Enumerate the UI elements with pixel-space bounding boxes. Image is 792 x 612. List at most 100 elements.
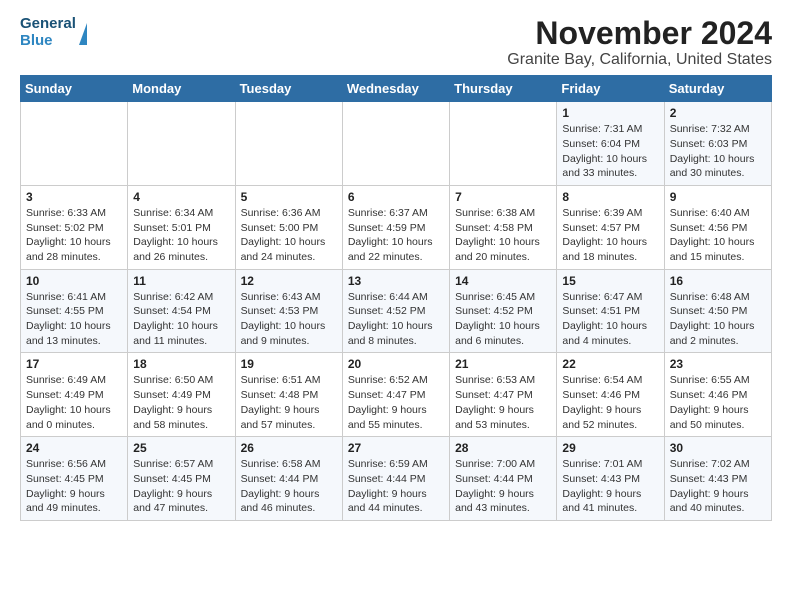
calendar-cell: 25 Sunrise: 6:57 AM Sunset: 4:45 PM Dayli…: [128, 437, 235, 521]
calendar-cell: 20 Sunrise: 6:52 AM Sunset: 4:47 PM Dayli…: [342, 353, 449, 437]
day-info: Sunrise: 7:31 AM Sunset: 6:04 PM Dayligh…: [562, 122, 658, 181]
calendar-cell: 12 Sunrise: 6:43 AM Sunset: 4:53 PM Dayli…: [235, 269, 342, 353]
calendar-cell: 28Sunrise: 7:00 AM Sunset: 4:44 PM Dayli…: [450, 437, 557, 521]
day-info: Sunrise: 6:47 AM Sunset: 4:51 PM Dayligh…: [562, 290, 658, 349]
col-header-saturday: Saturday: [664, 76, 771, 102]
calendar-cell: 17 Sunrise: 6:49 AM Sunset: 4:49 PM Dayli…: [21, 353, 128, 437]
calendar-cell: 23Sunrise: 6:55 AM Sunset: 4:46 PM Dayli…: [664, 353, 771, 437]
week-row-2: 3 Sunrise: 6:33 AM Sunset: 5:02 PM Daylig…: [21, 185, 772, 269]
day-number: 3: [26, 190, 122, 204]
col-header-tuesday: Tuesday: [235, 76, 342, 102]
day-info: Sunrise: 6:37 AM Sunset: 4:59 PM Dayligh…: [348, 206, 444, 265]
day-number: 17: [26, 357, 122, 371]
calendar-cell: 7 Sunrise: 6:38 AM Sunset: 4:58 PM Daylig…: [450, 185, 557, 269]
calendar-cell: 22 Sunrise: 6:54 AM Sunset: 4:46 PM Dayli…: [557, 353, 664, 437]
day-info: Sunrise: 6:42 AM Sunset: 4:54 PM Dayligh…: [133, 290, 229, 349]
day-number: 12: [241, 274, 337, 288]
day-info: Sunrise: 7:01 AM Sunset: 4:43 PM Dayligh…: [562, 457, 658, 516]
day-number: 23: [670, 357, 766, 371]
calendar-cell: 8Sunrise: 6:39 AM Sunset: 4:57 PM Daylig…: [557, 185, 664, 269]
calendar-cell: 27 Sunrise: 6:59 AM Sunset: 4:44 PM Dayli…: [342, 437, 449, 521]
day-info: Sunrise: 6:56 AM Sunset: 4:45 PM Dayligh…: [26, 457, 122, 516]
day-info: Sunrise: 6:36 AM Sunset: 5:00 PM Dayligh…: [241, 206, 337, 265]
day-number: 1: [562, 106, 658, 120]
calendar-cell: [128, 102, 235, 186]
title-area: November 2024 Granite Bay, California, U…: [507, 16, 772, 69]
day-info: Sunrise: 6:59 AM Sunset: 4:44 PM Dayligh…: [348, 457, 444, 516]
col-header-monday: Monday: [128, 76, 235, 102]
day-number: 8: [562, 190, 658, 204]
calendar-title: November 2024: [507, 16, 772, 51]
day-number: 29: [562, 441, 658, 455]
day-number: 15: [562, 274, 658, 288]
day-number: 16: [670, 274, 766, 288]
day-number: 10: [26, 274, 122, 288]
day-info: Sunrise: 6:40 AM Sunset: 4:56 PM Dayligh…: [670, 206, 766, 265]
calendar-cell: [342, 102, 449, 186]
page: General Blue November 2024 Granite Bay, …: [0, 0, 792, 537]
day-info: Sunrise: 6:58 AM Sunset: 4:44 PM Dayligh…: [241, 457, 337, 516]
day-info: Sunrise: 6:33 AM Sunset: 5:02 PM Dayligh…: [26, 206, 122, 265]
week-row-3: 10Sunrise: 6:41 AM Sunset: 4:55 PM Dayli…: [21, 269, 772, 353]
calendar-cell: 21 Sunrise: 6:53 AM Sunset: 4:47 PM Dayli…: [450, 353, 557, 437]
day-info: Sunrise: 6:48 AM Sunset: 4:50 PM Dayligh…: [670, 290, 766, 349]
logo-triangle-icon: [79, 23, 87, 45]
day-number: 13: [348, 274, 444, 288]
day-info: Sunrise: 6:45 AM Sunset: 4:52 PM Dayligh…: [455, 290, 551, 349]
week-row-5: 24 Sunrise: 6:56 AM Sunset: 4:45 PM Dayli…: [21, 437, 772, 521]
day-number: 22: [562, 357, 658, 371]
day-info: Sunrise: 6:57 AM Sunset: 4:45 PM Dayligh…: [133, 457, 229, 516]
calendar-cell: 9 Sunrise: 6:40 AM Sunset: 4:56 PM Daylig…: [664, 185, 771, 269]
day-info: Sunrise: 6:49 AM Sunset: 4:49 PM Dayligh…: [26, 373, 122, 432]
calendar-cell: 5 Sunrise: 6:36 AM Sunset: 5:00 PM Daylig…: [235, 185, 342, 269]
calendar-cell: [235, 102, 342, 186]
day-number: 20: [348, 357, 444, 371]
day-info: Sunrise: 6:51 AM Sunset: 4:48 PM Dayligh…: [241, 373, 337, 432]
calendar-cell: 29 Sunrise: 7:01 AM Sunset: 4:43 PM Dayli…: [557, 437, 664, 521]
day-number: 5: [241, 190, 337, 204]
day-number: 21: [455, 357, 551, 371]
calendar-cell: [450, 102, 557, 186]
day-info: Sunrise: 7:02 AM Sunset: 4:43 PM Dayligh…: [670, 457, 766, 516]
calendar-cell: 14 Sunrise: 6:45 AM Sunset: 4:52 PM Dayli…: [450, 269, 557, 353]
day-number: 24: [26, 441, 122, 455]
calendar-cell: 2Sunrise: 7:32 AM Sunset: 6:03 PM Daylig…: [664, 102, 771, 186]
header: General Blue November 2024 Granite Bay, …: [20, 16, 772, 69]
day-number: 27: [348, 441, 444, 455]
day-info: Sunrise: 6:44 AM Sunset: 4:52 PM Dayligh…: [348, 290, 444, 349]
day-number: 6: [348, 190, 444, 204]
calendar-cell: 19 Sunrise: 6:51 AM Sunset: 4:48 PM Dayli…: [235, 353, 342, 437]
calendar-cell: 16 Sunrise: 6:48 AM Sunset: 4:50 PM Dayli…: [664, 269, 771, 353]
logo-area: General Blue: [20, 16, 87, 49]
day-number: 18: [133, 357, 229, 371]
day-number: 7: [455, 190, 551, 204]
calendar-cell: 11 Sunrise: 6:42 AM Sunset: 4:54 PM Dayli…: [128, 269, 235, 353]
day-number: 25: [133, 441, 229, 455]
calendar-cell: 10Sunrise: 6:41 AM Sunset: 4:55 PM Dayli…: [21, 269, 128, 353]
day-info: Sunrise: 7:32 AM Sunset: 6:03 PM Dayligh…: [670, 122, 766, 181]
calendar-subtitle: Granite Bay, California, United States: [507, 51, 772, 69]
day-info: Sunrise: 6:54 AM Sunset: 4:46 PM Dayligh…: [562, 373, 658, 432]
calendar-cell: 24 Sunrise: 6:56 AM Sunset: 4:45 PM Dayli…: [21, 437, 128, 521]
day-number: 11: [133, 274, 229, 288]
day-info: Sunrise: 6:52 AM Sunset: 4:47 PM Dayligh…: [348, 373, 444, 432]
calendar-cell: 6 Sunrise: 6:37 AM Sunset: 4:59 PM Daylig…: [342, 185, 449, 269]
day-number: 9: [670, 190, 766, 204]
col-header-thursday: Thursday: [450, 76, 557, 102]
day-number: 19: [241, 357, 337, 371]
calendar-table: SundayMondayTuesdayWednesdayThursdayFrid…: [20, 75, 772, 521]
calendar-cell: 26 Sunrise: 6:58 AM Sunset: 4:44 PM Dayli…: [235, 437, 342, 521]
day-info: Sunrise: 6:53 AM Sunset: 4:47 PM Dayligh…: [455, 373, 551, 432]
day-info: Sunrise: 6:34 AM Sunset: 5:01 PM Dayligh…: [133, 206, 229, 265]
day-info: Sunrise: 6:38 AM Sunset: 4:58 PM Dayligh…: [455, 206, 551, 265]
calendar-cell: 13 Sunrise: 6:44 AM Sunset: 4:52 PM Dayli…: [342, 269, 449, 353]
calendar-cell: [21, 102, 128, 186]
day-number: 26: [241, 441, 337, 455]
calendar-cell: 30Sunrise: 7:02 AM Sunset: 4:43 PM Dayli…: [664, 437, 771, 521]
col-header-sunday: Sunday: [21, 76, 128, 102]
day-info: Sunrise: 7:00 AM Sunset: 4:44 PM Dayligh…: [455, 457, 551, 516]
day-number: 14: [455, 274, 551, 288]
col-header-friday: Friday: [557, 76, 664, 102]
day-info: Sunrise: 6:43 AM Sunset: 4:53 PM Dayligh…: [241, 290, 337, 349]
logo-line2: Blue: [20, 33, 76, 50]
